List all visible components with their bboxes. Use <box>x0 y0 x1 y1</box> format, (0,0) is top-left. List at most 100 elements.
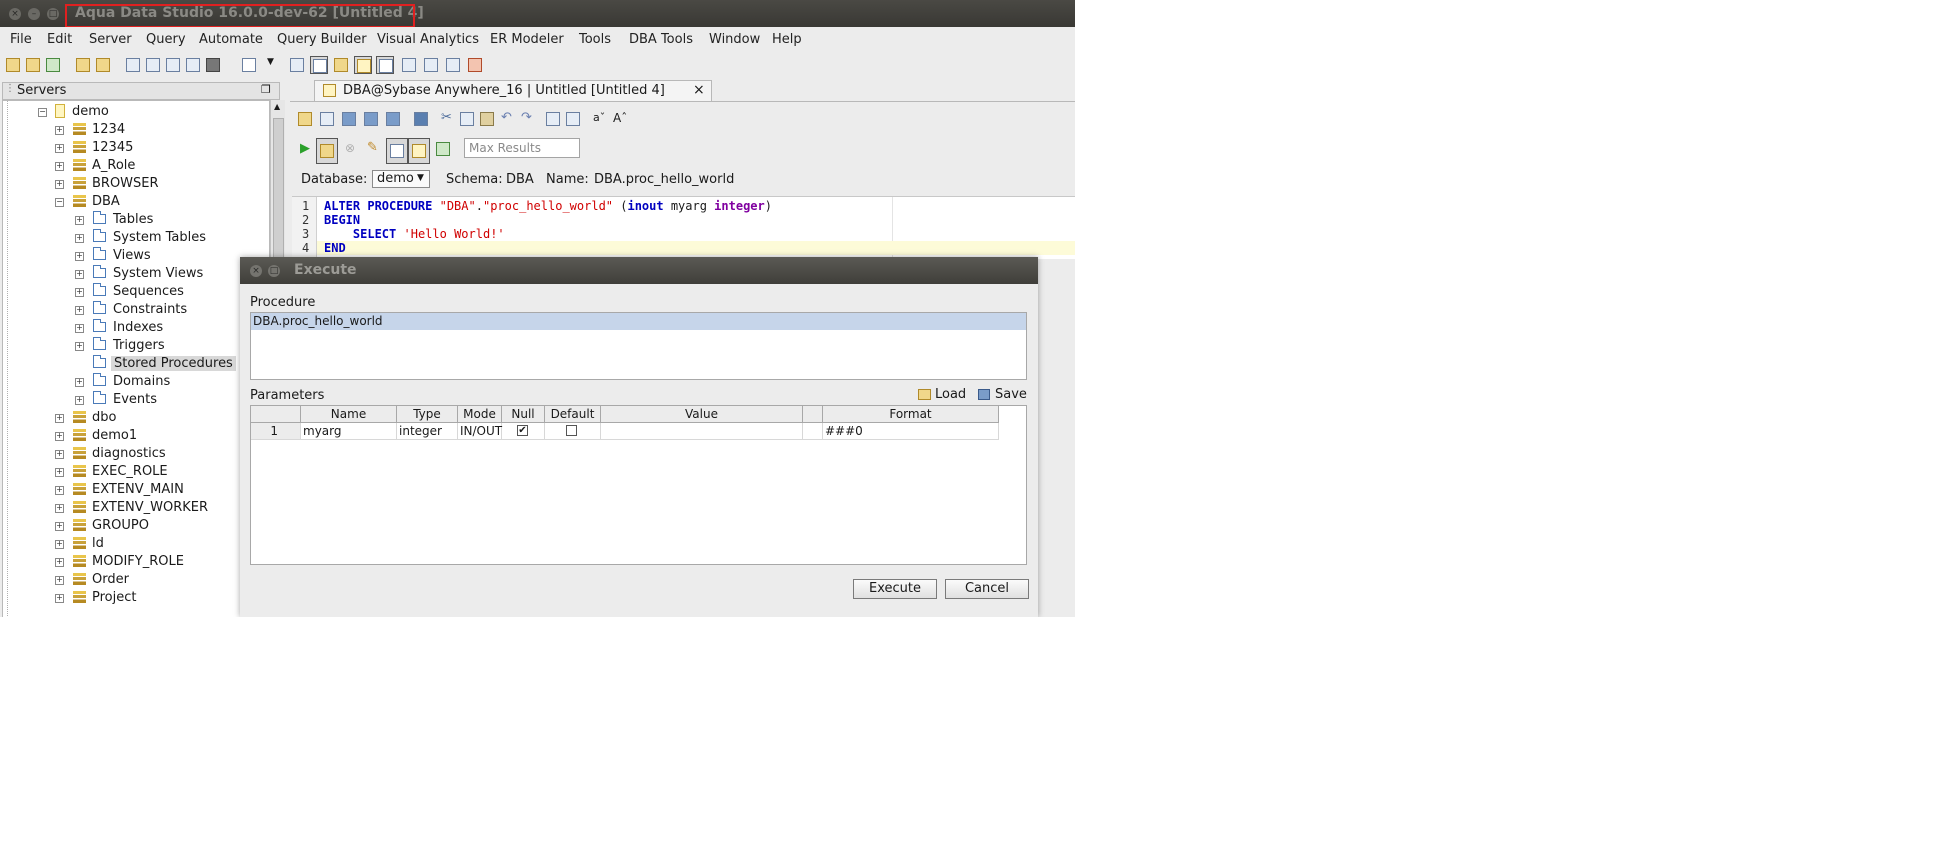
open-query-icon[interactable] <box>94 56 112 74</box>
chart-icon[interactable] <box>466 56 484 74</box>
column-header-null[interactable]: Null <box>502 406 545 423</box>
column-header-value[interactable]: Value <box>601 406 803 423</box>
schema-browser-icon[interactable] <box>144 56 162 74</box>
collapse-icon[interactable]: − <box>38 108 47 117</box>
null-checkbox[interactable]: ✔ <box>517 425 528 436</box>
expand-icon[interactable]: + <box>55 180 64 189</box>
menu-query[interactable]: Query <box>146 32 186 47</box>
tree-node-schema[interactable]: + GROUPO <box>3 517 263 535</box>
tree-folder[interactable]: + Views <box>3 247 263 265</box>
undo-icon[interactable]: ↶ <box>498 110 516 128</box>
print-icon[interactable] <box>412 110 430 128</box>
expand-icon[interactable]: + <box>55 450 64 459</box>
expand-icon[interactable]: + <box>75 342 84 351</box>
tree-node-schema[interactable]: + 1234 <box>3 121 263 139</box>
expand-icon[interactable]: + <box>55 414 64 423</box>
param-mode-cell[interactable]: IN/OUT <box>458 423 502 440</box>
form-icon[interactable] <box>422 56 440 74</box>
tree-node-schema[interactable]: + MODIFY_ROLE <box>3 553 263 571</box>
column-header-name[interactable]: Name <box>301 406 397 423</box>
tree-node-dba[interactable]: − DBA <box>3 193 263 211</box>
expand-icon[interactable]: + <box>75 216 84 225</box>
menu-edit[interactable]: Edit <box>47 32 72 47</box>
copy-icon[interactable] <box>458 110 476 128</box>
expand-icon[interactable]: + <box>75 252 84 261</box>
tree-node-schema[interactable]: + BROWSER <box>3 175 263 193</box>
param-name-cell[interactable]: myarg <box>301 423 397 440</box>
open-recent-icon[interactable] <box>318 110 336 128</box>
grid-view-icon[interactable] <box>310 56 328 74</box>
param-value-cell[interactable] <box>601 423 803 440</box>
expand-icon[interactable]: + <box>55 540 64 549</box>
menu-visual-analytics[interactable]: Visual Analytics <box>377 32 479 47</box>
decrease-font-icon[interactable]: aˇ <box>590 110 608 128</box>
tree-node-schema[interactable]: + ld <box>3 535 263 553</box>
layout-icon[interactable] <box>288 56 306 74</box>
tab-untitled-4[interactable]: DBA@Sybase Anywhere_16 | Untitled [Untit… <box>314 80 712 102</box>
expand-icon[interactable]: + <box>75 288 84 297</box>
tree-folder[interactable]: + Events <box>3 391 263 409</box>
param-type-cell[interactable]: integer <box>397 423 458 440</box>
redo-icon[interactable]: ↷ <box>518 110 536 128</box>
results-grid-icon[interactable] <box>386 138 408 164</box>
tree-node-schema[interactable]: + dbo <box>3 409 263 427</box>
database-select[interactable]: demo ▼ <box>372 170 430 188</box>
default-checkbox[interactable] <box>566 425 577 436</box>
save-as-icon[interactable] <box>362 110 380 128</box>
compare-icon[interactable] <box>164 56 182 74</box>
tree-node-schema[interactable]: + 12345 <box>3 139 263 157</box>
search-objects-icon[interactable] <box>184 56 202 74</box>
chevron-down-icon[interactable]: ▼ <box>262 56 280 74</box>
expand-icon[interactable]: + <box>55 576 64 585</box>
column-header-format[interactable]: Format <box>823 406 999 423</box>
menu-help[interactable]: Help <box>772 32 802 47</box>
cut-icon[interactable]: ✂ <box>438 110 456 128</box>
tree-folder[interactable]: + System Views <box>3 265 263 283</box>
expand-icon[interactable]: + <box>75 396 84 405</box>
column-header-default[interactable]: Default <box>545 406 601 423</box>
expand-icon[interactable]: + <box>55 522 64 531</box>
document-icon[interactable] <box>240 56 258 74</box>
scroll-up-icon[interactable]: ▲ <box>274 102 280 111</box>
max-results-input[interactable]: Max Results <box>464 138 580 158</box>
tree-folder[interactable]: + Indexes <box>3 319 263 337</box>
procedure-list[interactable]: DBA.proc_hello_world <box>250 312 1027 380</box>
increase-font-icon[interactable]: Aˆ <box>610 110 628 128</box>
expand-icon[interactable]: + <box>75 378 84 387</box>
menu-er-modeler[interactable]: ER Modeler <box>490 32 564 47</box>
tree-node-schema[interactable]: + A_Role <box>3 157 263 175</box>
tree-node-schema[interactable]: + EXEC_ROLE <box>3 463 263 481</box>
open-file-icon[interactable] <box>296 110 314 128</box>
execute-button[interactable]: Execute <box>853 579 937 599</box>
execute-icon[interactable]: ▶ <box>296 140 314 158</box>
tree-icon[interactable] <box>444 56 462 74</box>
expand-icon[interactable]: + <box>55 144 64 153</box>
expand-icon[interactable]: + <box>55 162 64 171</box>
tree-folder[interactable]: + Constraints <box>3 301 263 319</box>
schema-script-icon[interactable] <box>434 140 452 158</box>
table-view-icon[interactable] <box>376 56 394 74</box>
menu-window[interactable]: Window <box>709 32 760 47</box>
menu-dba-tools[interactable]: DBA Tools <box>629 32 693 47</box>
cancel-button[interactable]: Cancel <box>945 579 1029 599</box>
menu-file[interactable]: File <box>10 32 32 47</box>
tree-node-schema[interactable]: + EXTENV_MAIN <box>3 481 263 499</box>
close-window-icon[interactable]: × <box>9 8 21 20</box>
edit-server-icon[interactable] <box>24 56 42 74</box>
tree-folder[interactable]: + Triggers <box>3 337 263 355</box>
expand-icon[interactable]: + <box>55 468 64 477</box>
expand-icon[interactable]: + <box>55 432 64 441</box>
execute-procedure-icon[interactable] <box>316 138 338 164</box>
results-text-icon[interactable] <box>408 138 430 164</box>
maximize-window-icon[interactable]: □ <box>47 8 59 20</box>
expand-icon[interactable]: + <box>55 126 64 135</box>
tree-folder[interactable]: + System Tables <box>3 229 263 247</box>
tree-node-demo-root[interactable]: − demo <box>3 103 263 121</box>
connect-server-icon[interactable] <box>44 56 62 74</box>
tree-node-schema[interactable]: + demo1 <box>3 427 263 445</box>
minimize-window-icon[interactable]: – <box>28 8 40 20</box>
sql-code-editor[interactable]: 1 2 3 4 ALTER PROCEDURE "DBA"."proc_hell… <box>292 196 1075 259</box>
tree-folder[interactable]: + Tables <box>3 211 263 229</box>
menu-server[interactable]: Server <box>89 32 132 47</box>
find-replace-icon[interactable] <box>544 110 562 128</box>
